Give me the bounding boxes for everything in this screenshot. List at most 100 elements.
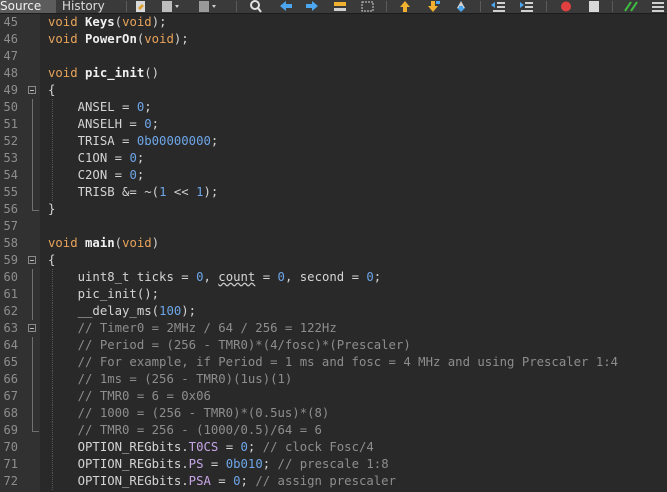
code-text: }: [48, 202, 56, 216]
code-line: 45 void Keys(void);: [0, 14, 667, 31]
line-number: 45: [3, 15, 18, 29]
line-number: 70: [3, 440, 18, 454]
code-comment: // Period = (256 - TMR0)*(4/fosc)*(Presc…: [48, 338, 411, 352]
code-line: 70 OPTION_REGbits.T0CS = 0; // clock Fos…: [0, 439, 667, 456]
fold-collapse-icon[interactable]: [28, 324, 36, 332]
fold-end-marker: [32, 201, 39, 211]
code-comment: // 1ms = (256 - TMR0)(1us)(1): [48, 372, 293, 386]
back-dropdown-icon[interactable]: [160, 0, 182, 13]
line-number: 53: [3, 151, 18, 165]
fold-collapse-icon[interactable]: [28, 256, 36, 264]
line-number: 65: [3, 355, 18, 369]
toolbar-separator: [236, 1, 237, 12]
line-number: 55: [3, 185, 18, 199]
fold-guide: [32, 303, 33, 320]
line-number: 54: [3, 168, 18, 182]
line-number: 63: [3, 321, 18, 335]
fold-guide: [32, 286, 33, 303]
code-line: 67 // TMR0 = 6 = 0x06: [0, 388, 667, 405]
code-line: 58 void main(void): [0, 235, 667, 252]
tab-source[interactable]: Source: [0, 0, 56, 13]
code-line: 72 OPTION_REGbits.PSA = 0; // assign pre…: [0, 473, 667, 490]
toggle-rectangular-selection-icon[interactable]: [360, 0, 376, 13]
code-line: 47: [0, 48, 667, 65]
stop-macro-icon[interactable]: [586, 0, 602, 13]
code-text: C2ON = 0;: [48, 168, 145, 182]
code-line: 66 // 1ms = (256 - TMR0)(1us)(1): [0, 371, 667, 388]
line-number: 50: [3, 100, 18, 114]
code-editor[interactable]: 45 void Keys(void); 46 void PowerOn(void…: [0, 14, 667, 492]
start-macro-icon[interactable]: [558, 0, 574, 13]
code-comment: // TMR0 = 6 = 0x06: [48, 389, 211, 403]
toggle-bookmark-icon[interactable]: [453, 0, 469, 13]
code-line: 54 C2ON = 0;: [0, 167, 667, 184]
code-text: void PowerOn(void);: [48, 32, 189, 46]
code-text: TRISB &= ~(1 << 1);: [48, 185, 219, 199]
uncomment-icon[interactable]: [650, 0, 666, 13]
editor-toolbar: Source History: [0, 0, 667, 14]
code-line: 49 {: [0, 82, 667, 99]
code-text: __delay_ms(100);: [48, 304, 197, 318]
code-line: 69 // TMR0 = 256 - (1000/0.5)/64 = 6: [0, 422, 667, 439]
code-line: 65 // For example, if Period = 1 ms and …: [0, 354, 667, 371]
code-line: 60 uint8_t ticks = 0, count = 0, second …: [0, 269, 667, 286]
fold-guide: [32, 337, 33, 354]
code-text: {: [48, 253, 56, 267]
code-text: ANSELH = 0;: [48, 117, 160, 131]
code-text: uint8_t ticks = 0, count = 0, second = 0…: [48, 270, 382, 284]
toolbar-separator: [612, 1, 613, 12]
fold-guide: [32, 150, 33, 167]
last-edit-icon[interactable]: [133, 0, 149, 13]
code-line: 51 ANSELH = 0;: [0, 116, 667, 133]
toolbar-separator: [546, 1, 547, 12]
fold-guide: [32, 269, 33, 286]
code-line: 52 TRISA = 0b00000000;: [0, 133, 667, 150]
line-number: 56: [3, 202, 18, 216]
code-line: 53 C1ON = 0;: [0, 150, 667, 167]
shift-left-icon[interactable]: [490, 0, 506, 13]
code-text: void pic_init(): [48, 66, 160, 80]
toggle-highlight-icon[interactable]: [332, 0, 348, 13]
line-number: 58: [3, 236, 18, 250]
toolbar-separator: [126, 1, 127, 12]
line-number: 49: [3, 83, 18, 97]
line-number: 51: [3, 117, 18, 131]
code-text: TRISA = 0b00000000;: [48, 134, 219, 148]
code-line: 48 void pic_init(): [0, 65, 667, 82]
shift-right-icon[interactable]: [518, 0, 534, 13]
code-line: 50 ANSEL = 0;: [0, 99, 667, 116]
comment-icon[interactable]: [623, 0, 639, 13]
find-next-icon[interactable]: [304, 0, 320, 13]
code-text: pic_init();: [48, 287, 160, 301]
code-line: 59 {: [0, 252, 667, 269]
line-number: 48: [3, 66, 18, 80]
previous-bookmark-icon[interactable]: [397, 0, 413, 13]
code-text: ANSEL = 0;: [48, 100, 152, 114]
line-number: 66: [3, 372, 18, 386]
line-number: 71: [3, 457, 18, 471]
line-number: 60: [3, 270, 18, 284]
forward-dropdown-icon[interactable]: [197, 0, 219, 13]
next-bookmark-icon[interactable]: [425, 0, 441, 13]
fold-guide: [32, 167, 33, 184]
fold-guide: [32, 184, 33, 201]
fold-guide: [32, 133, 33, 150]
line-number: 67: [3, 389, 18, 403]
code-line: 68 // 1000 = (256 - TMR0)*(0.5us)*(8): [0, 405, 667, 422]
line-number: 69: [3, 423, 18, 437]
line-number: 57: [3, 219, 18, 233]
find-icon[interactable]: [248, 0, 264, 13]
find-previous-icon[interactable]: [278, 0, 294, 13]
fold-collapse-icon[interactable]: [28, 86, 36, 94]
code-comment: // For example, if Period = 1 ms and fos…: [48, 355, 619, 369]
fold-guide: [32, 116, 33, 133]
fold-guide: [32, 354, 33, 371]
code-comment: // TMR0 = 256 - (1000/0.5)/64 = 6: [48, 423, 322, 437]
line-number: 59: [3, 253, 18, 267]
code-line: 61 pic_init();: [0, 286, 667, 303]
line-number: 52: [3, 134, 18, 148]
code-line: 55 TRISB &= ~(1 << 1);: [0, 184, 667, 201]
tab-history[interactable]: History: [56, 0, 122, 13]
code-line: 64 // Period = (256 - TMR0)*(4/fosc)*(Pr…: [0, 337, 667, 354]
line-number: 62: [3, 304, 18, 318]
